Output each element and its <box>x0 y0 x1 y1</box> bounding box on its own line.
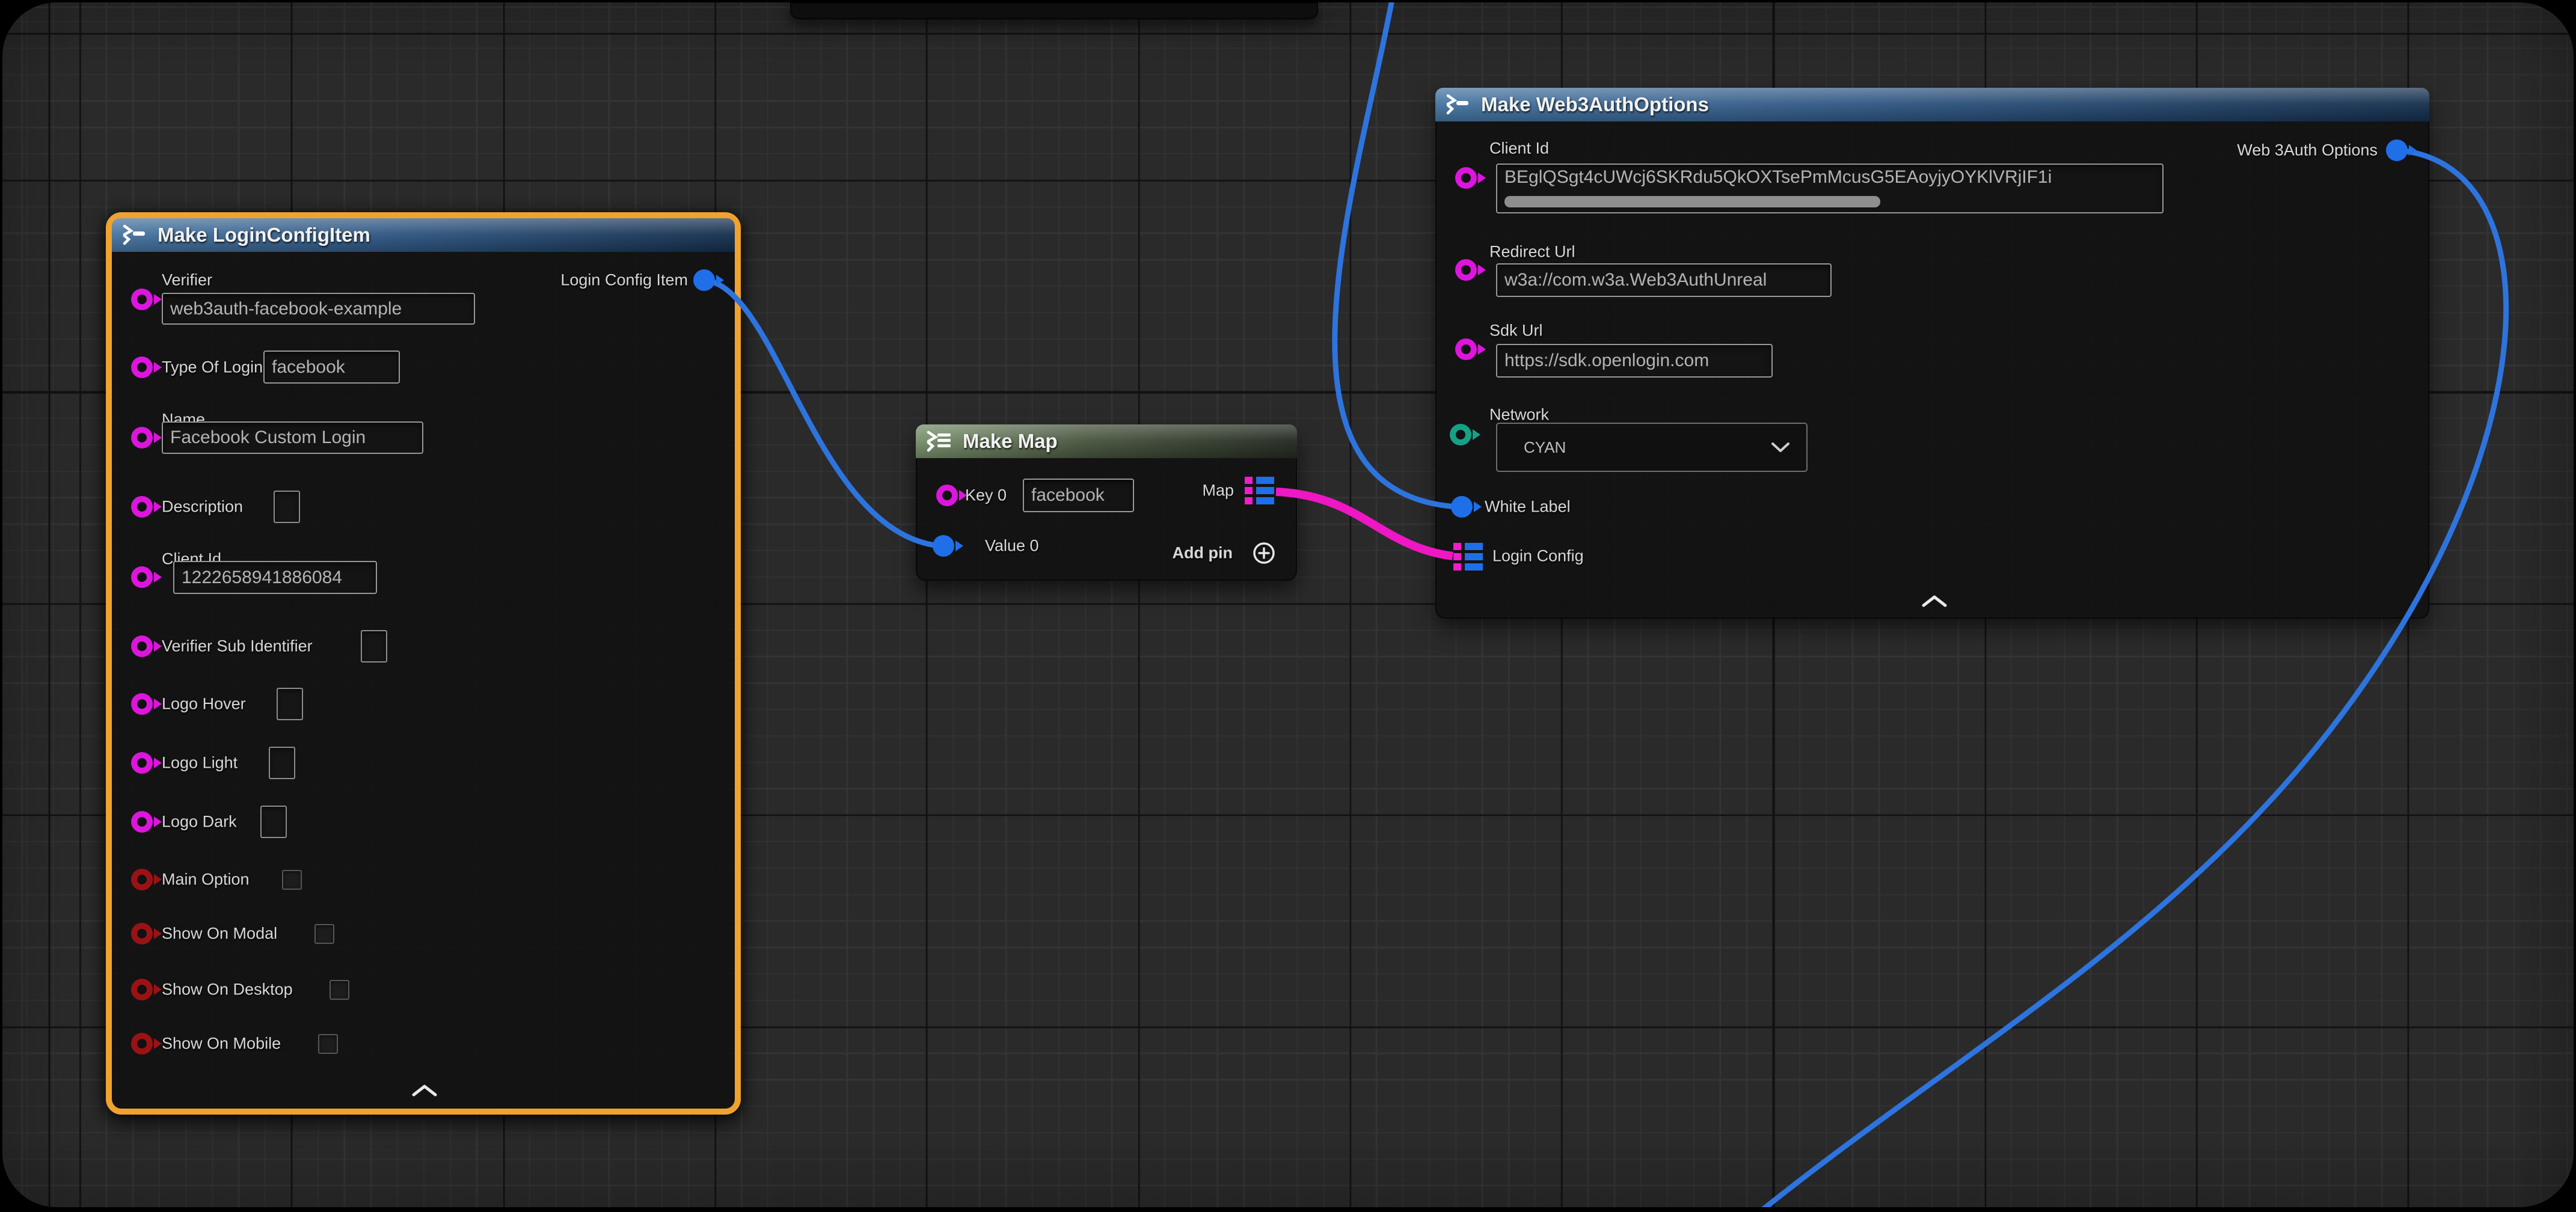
pin-label-map: Map <box>1202 482 1234 500</box>
graph-canvas[interactable]: Make LoginConfigItem Make Map <box>2 2 2574 1207</box>
logo-light-field[interactable] <box>269 747 295 779</box>
client-id-field[interactable]: 1222658941886084 <box>173 561 377 594</box>
chevron-down-icon <box>1770 441 1791 453</box>
pin-network[interactable] <box>1450 424 1471 445</box>
network-value: CYAN <box>1524 438 1566 457</box>
logo-dark-field[interactable] <box>260 806 287 838</box>
node-title: Make Web3AuthOptions <box>1481 93 1709 116</box>
node-title: Make LoginConfigItem <box>158 224 370 246</box>
make-struct-icon <box>123 225 148 245</box>
pin-label-show-on-modal: Show On Modal <box>162 925 277 943</box>
wire-map-to-loginconfig <box>1276 492 1453 556</box>
node-header[interactable]: Make Map <box>916 424 1297 458</box>
pin-key-0[interactable] <box>936 485 958 506</box>
pin-label-show-on-mobile: Show On Mobile <box>162 1035 281 1053</box>
pin-description[interactable] <box>131 496 153 518</box>
pin-label-logo-dark: Logo Dark <box>162 813 237 831</box>
pin-label-main-option: Main Option <box>162 871 250 889</box>
pin-map-output[interactable] <box>1245 477 1275 504</box>
node-title: Make Map <box>963 430 1058 453</box>
verifier-sub-identifier-field[interactable] <box>361 630 387 663</box>
pin-label-verifier: Verifier <box>162 271 212 290</box>
pin-sdk-url[interactable] <box>1455 338 1477 360</box>
pin-value-0[interactable] <box>933 535 954 557</box>
pin-verifier[interactable] <box>131 289 153 310</box>
pin-label-value-0: Value 0 <box>985 537 1039 556</box>
pin-login-config[interactable] <box>1453 543 1483 571</box>
pin-show-on-desktop[interactable] <box>131 979 153 1000</box>
pin-label-redirect-url: Redirect Url <box>1489 243 1575 262</box>
collapse-node-chevron[interactable] <box>411 1084 438 1097</box>
pin-label-logo-light: Logo Light <box>162 754 238 773</box>
verifier-field[interactable]: web3auth-facebook-example <box>162 293 475 325</box>
pin-redirect-url[interactable] <box>1455 259 1477 281</box>
pin-show-on-mobile[interactable] <box>131 1033 153 1054</box>
pin-label-web3auth-options: Web 3Auth Options <box>2237 141 2378 160</box>
pin-login-config-item-output[interactable] <box>693 269 715 291</box>
add-pin-button[interactable] <box>1252 541 1276 565</box>
pin-label-sdk-url: Sdk Url <box>1489 322 1543 340</box>
node-make-loginconfigitem[interactable]: Make LoginConfigItem <box>106 212 741 1115</box>
name-field[interactable]: Facebook Custom Login <box>162 421 423 454</box>
network-dropdown[interactable]: CYAN <box>1496 423 1808 472</box>
show-on-mobile-checkbox[interactable] <box>318 1034 338 1054</box>
make-map-icon <box>927 430 953 452</box>
pin-label-type-of-login: Type Of Login <box>162 358 263 377</box>
pin-client-id[interactable] <box>1455 167 1477 189</box>
client-id-scrollbar[interactable] <box>1504 196 1880 207</box>
pin-label-logo-hover: Logo Hover <box>162 695 246 714</box>
node-header[interactable]: Make Web3AuthOptions <box>1435 88 2429 121</box>
show-on-desktop-checkbox[interactable] <box>330 980 349 1000</box>
pin-client-id[interactable] <box>131 566 153 588</box>
pin-label-client-id: Client Id <box>1489 139 1549 158</box>
pin-label-key-0: Key 0 <box>965 486 1007 505</box>
pin-type-of-login[interactable] <box>131 357 153 378</box>
logo-hover-field[interactable] <box>277 688 303 720</box>
add-pin-label: Add pin <box>1173 544 1233 563</box>
pin-logo-hover[interactable] <box>131 693 153 715</box>
pin-verifier-sub-identifier[interactable] <box>131 635 153 657</box>
show-on-modal-checkbox[interactable] <box>314 924 334 944</box>
pin-show-on-modal[interactable] <box>131 923 153 944</box>
description-field[interactable] <box>274 491 300 523</box>
pin-label-network: Network <box>1489 406 1549 424</box>
sdk-url-field[interactable]: https://sdk.openlogin.com <box>1496 344 1773 378</box>
make-struct-icon <box>1446 94 1471 115</box>
pin-label-login-config: Login Config <box>1492 547 1584 566</box>
redirect-url-field[interactable]: w3a://com.w3a.Web3AuthUnreal <box>1496 263 1832 297</box>
pin-logo-dark[interactable] <box>131 811 153 833</box>
pin-label-show-on-desktop: Show On Desktop <box>162 981 293 999</box>
type-of-login-field[interactable]: facebook <box>263 350 400 384</box>
pin-label-white-label: White Label <box>1485 498 1571 516</box>
pin-web3auth-options-output[interactable] <box>2386 139 2408 161</box>
pin-white-label[interactable] <box>1451 496 1473 518</box>
node-header[interactable]: Make LoginConfigItem <box>112 218 735 252</box>
offscreen-node-fragment[interactable] <box>790 2 1318 19</box>
main-option-checkbox[interactable] <box>282 870 302 890</box>
collapse-node-chevron[interactable] <box>1921 595 1948 608</box>
pin-label-verifier-sub-identifier: Verifier Sub Identifier <box>162 637 313 656</box>
blueprint-editor: Make LoginConfigItem Make Map <box>0 0 2576 1212</box>
pin-label-login-config-item: Login Config Item <box>560 271 688 290</box>
pin-name[interactable] <box>131 427 153 448</box>
pin-label-description: Description <box>162 498 243 516</box>
key-0-field[interactable]: facebook <box>1023 479 1134 512</box>
pin-main-option[interactable] <box>131 869 153 890</box>
pin-logo-light[interactable] <box>131 752 153 774</box>
